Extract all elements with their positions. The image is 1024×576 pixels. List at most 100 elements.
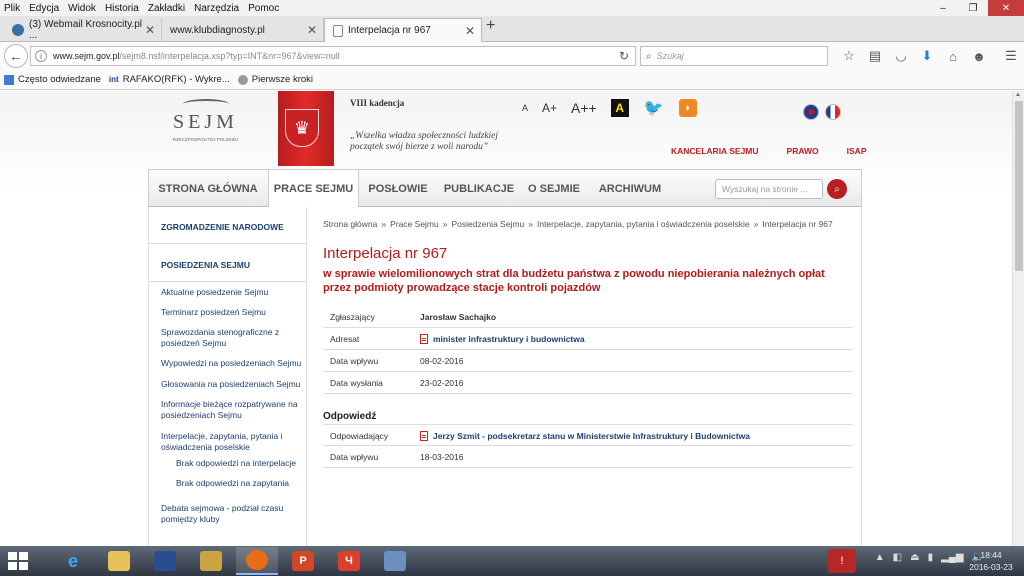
nav-strona-glowna[interactable]: STRONA GŁÓWNA xyxy=(149,170,267,207)
back-arrow-icon: ← xyxy=(9,48,23,64)
scrollbar-thumb[interactable] xyxy=(1015,101,1023,271)
sidebar-item[interactable]: Głosowania na posiedzeniach Sejmu xyxy=(161,379,303,390)
tab-interpelacja[interactable]: Interpelacja nr 967 ✕ xyxy=(324,18,482,42)
contrast-toggle[interactable]: A xyxy=(610,99,629,117)
minimize-button[interactable]: – xyxy=(928,0,958,16)
site-search-button[interactable]: ⌕ xyxy=(827,179,847,199)
scroll-up-icon[interactable]: ▲ xyxy=(1015,92,1021,98)
font-size-normal[interactable]: A xyxy=(522,103,528,113)
breadcrumb-item[interactable]: Strona główna xyxy=(323,219,377,229)
taskbar-app[interactable] xyxy=(190,547,232,575)
twitter-icon[interactable]: 🐦 xyxy=(643,99,665,117)
tab-webmail[interactable]: (3) Webmail Krosnocity.pl ... ✕ xyxy=(4,18,162,42)
french-flag-icon[interactable] xyxy=(825,104,841,120)
nav-poslowie[interactable]: POSŁOWIE xyxy=(361,170,435,207)
menu-history[interactable]: Historia xyxy=(105,3,139,14)
sidebar-item[interactable]: Sprawozdania stenograficzne z posiedzeń … xyxy=(161,327,303,349)
new-tab-button[interactable]: + xyxy=(486,17,495,35)
home-icon[interactable]: ⌂ xyxy=(940,46,966,66)
bookmark-rafako[interactable]: int RAFAKO(RFK) - Wykre... xyxy=(109,74,230,85)
close-tab-icon[interactable]: ✕ xyxy=(465,24,475,38)
usb-icon[interactable]: ⏏ xyxy=(910,552,919,563)
menu-help[interactable]: Pomoc xyxy=(248,3,279,14)
page-scrollbar[interactable]: ▲ xyxy=(1012,91,1024,546)
odpowiadajacy-link[interactable]: Jerzy Szmit - podsekretarz stanu w Minis… xyxy=(420,431,750,441)
bookmarks-bar: Często odwiedzane int RAFAKO(RFK) - Wykre… xyxy=(0,70,1024,90)
notification-icon[interactable]: ! xyxy=(828,549,856,573)
hamburger-menu-icon[interactable]: ☰ xyxy=(998,46,1024,66)
taskbar-firefox[interactable] xyxy=(236,547,278,575)
back-button[interactable]: ← xyxy=(4,44,28,68)
close-window-button[interactable]: ✕ xyxy=(988,0,1024,16)
bookmark-first-steps[interactable]: Pierwsze kroki xyxy=(237,74,313,85)
taskbar-app-red[interactable]: Ч xyxy=(328,547,370,575)
sidebar-subitem[interactable]: Brak odpowiedzi na interpelacje xyxy=(176,458,318,469)
menu-edit[interactable]: Edycja xyxy=(29,3,59,14)
sidebar-head-zgromadzenie[interactable]: ZGROMADZENIE NARODOWE xyxy=(161,222,284,232)
taskbar-explorer[interactable] xyxy=(98,547,140,575)
sidebar-item[interactable]: Debata sejmowa - podział czasu pomiędzy … xyxy=(161,503,303,525)
download-icon[interactable]: ⬇ xyxy=(914,46,940,66)
rss-icon[interactable]: ◗ xyxy=(678,99,697,117)
menu-file[interactable]: Plik xyxy=(4,3,20,14)
tab-klubdiagnosty[interactable]: www.klubdiagnosty.pl ✕ xyxy=(162,18,324,42)
reload-icon[interactable]: ↻ xyxy=(619,49,629,63)
taskbar-ie[interactable]: e xyxy=(52,547,94,575)
menu-tools[interactable]: Narzędzia xyxy=(194,3,239,14)
network-icon[interactable]: ▂▄▆ xyxy=(941,552,963,563)
maximize-button[interactable]: ❐ xyxy=(958,0,988,16)
pocket-icon[interactable]: ◡ xyxy=(888,46,914,66)
address-bar[interactable]: i www.sejm.gov.pl /sejm8.nsf/interpelacj… xyxy=(30,46,636,66)
field-row: Adresat minister infrastruktury i budown… xyxy=(323,328,853,350)
sidebar-item[interactable]: Wypowiedzi na posiedzeniach Sejmu xyxy=(161,358,303,369)
field-row: Data wpływu 18-03-2016 xyxy=(323,446,853,468)
link-isap[interactable]: ISAP xyxy=(847,146,867,156)
briefcase-icon xyxy=(200,551,222,571)
tab-title: www.klubdiagnosty.pl xyxy=(170,24,265,36)
language-switcher xyxy=(803,104,847,120)
link-kancelaria[interactable]: KANCELARIA SEJMU xyxy=(671,146,759,156)
nav-publikacje[interactable]: PUBLIKACJE xyxy=(437,170,521,207)
menu-view[interactable]: Widok xyxy=(68,3,96,14)
sidebar-head-posiedzenia[interactable]: POSIEDZENIA SEJMU xyxy=(161,260,250,270)
english-flag-icon[interactable] xyxy=(803,104,819,120)
battery-icon[interactable]: ▮ xyxy=(928,552,934,563)
sidebar-item[interactable]: Informacje bieżące rozpatrywane na posie… xyxy=(161,399,303,421)
bookmark-label: Często odwiedzane xyxy=(18,74,101,85)
star-icon[interactable]: ☆ xyxy=(836,46,862,66)
sidebar-item[interactable]: Interpelacje, zapytania, pytania i oświa… xyxy=(161,431,303,453)
internet-explorer-icon: e xyxy=(67,550,78,571)
tray-app-icon[interactable]: ◧ xyxy=(893,552,902,563)
windows-start-icon[interactable] xyxy=(8,552,28,570)
breadcrumb-item[interactable]: Interpelacje, zapytania, pytania i oświa… xyxy=(537,219,750,229)
breadcrumb: Strona główna» Prace Sejmu» Posiedzenia Se… xyxy=(323,219,833,229)
bookmark-most-visited[interactable]: Często odwiedzane xyxy=(4,74,101,85)
sejm-logo[interactable]: SEJM RZECZPOSPOLITEJ POLSKIEJ xyxy=(168,99,243,159)
sidebar-item[interactable]: Aktualne posiedzenie Sejmu xyxy=(161,287,303,298)
app-icon: Ч xyxy=(338,551,360,571)
nav-o-sejmie[interactable]: O SEJMIE xyxy=(523,170,585,207)
taskbar-computer[interactable] xyxy=(144,547,186,575)
windows-taskbar: e P Ч ! ▲ ◧ ⏏ ▮ ▂▄▆ 🔈 18:44 2016-03-23 xyxy=(0,546,1024,576)
browser-search-input[interactable]: ⌕ Szukaj xyxy=(640,46,828,66)
chat-icon[interactable]: ☻ xyxy=(966,46,992,66)
breadcrumb-item[interactable]: Posiedzenia Sejmu xyxy=(451,219,524,229)
link-prawo[interactable]: PRAWO xyxy=(787,146,819,156)
font-size-xlarge[interactable]: A++ xyxy=(571,100,597,116)
nav-archiwum[interactable]: ARCHIWUM xyxy=(587,170,673,207)
breadcrumb-item[interactable]: Prace Sejmu xyxy=(390,219,439,229)
system-clock[interactable]: 18:44 2016-03-23 xyxy=(964,549,1018,573)
sidebar-subitem[interactable]: Brak odpowiedzi na zapytania xyxy=(176,478,318,489)
site-search-input[interactable]: Wyszukaj na stronie ... xyxy=(715,179,823,199)
reading-list-icon[interactable]: ▤ xyxy=(862,46,888,66)
taskbar-powerpoint[interactable]: P xyxy=(282,547,324,575)
close-tab-icon[interactable]: ✕ xyxy=(145,23,155,37)
font-size-large[interactable]: A+ xyxy=(542,101,557,115)
nav-prace-sejmu[interactable]: PRACE SEJMU xyxy=(268,170,359,207)
menu-bookmarks[interactable]: Zakładki xyxy=(148,3,185,14)
tray-arrow-icon[interactable]: ▲ xyxy=(875,552,885,563)
taskbar-app-screen[interactable] xyxy=(374,547,416,575)
sidebar-item[interactable]: Terminarz posiedzeń Sejmu xyxy=(161,307,303,318)
adresat-link[interactable]: minister infrastruktury i budownictwa xyxy=(420,334,585,344)
close-tab-icon[interactable]: ✕ xyxy=(307,23,317,37)
